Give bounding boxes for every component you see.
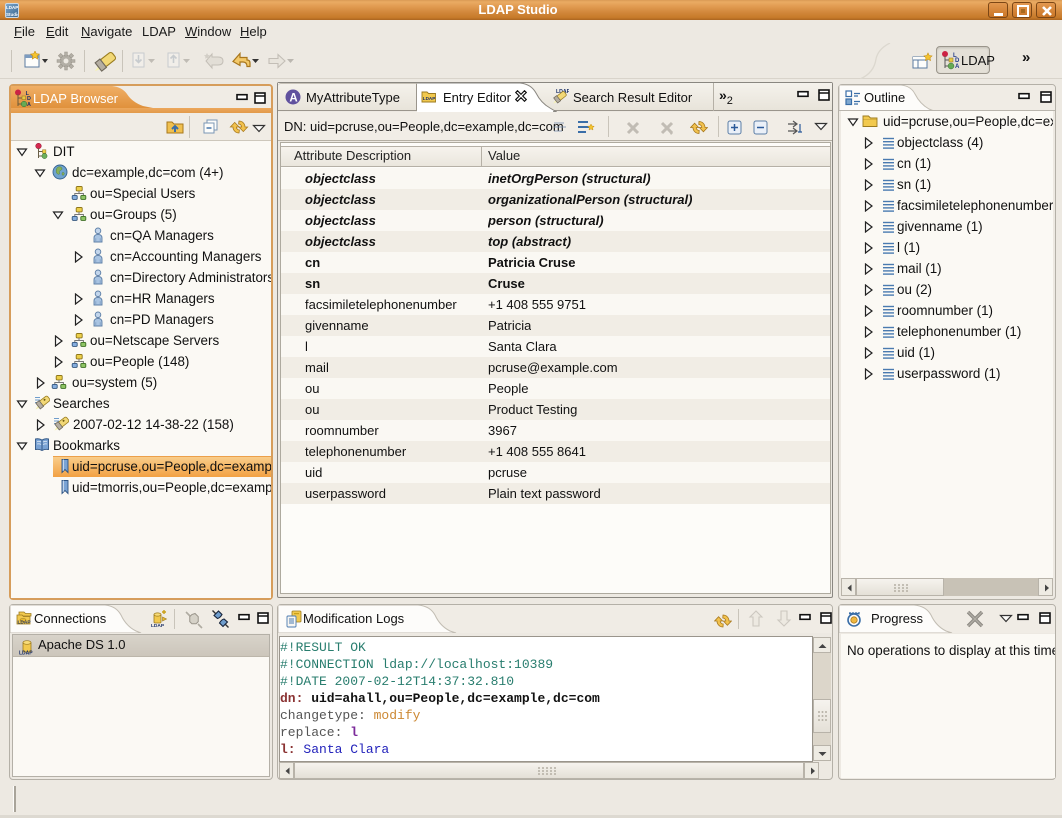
- svg-text:A: A: [289, 93, 297, 105]
- svg-text:LDAP: LDAP: [18, 620, 32, 626]
- svg-text:LDAP: LDAP: [19, 651, 33, 656]
- svg-text:LDAP: LDAP: [151, 623, 165, 629]
- svg-text:A: A: [955, 64, 960, 70]
- svg-text:A: A: [27, 102, 31, 108]
